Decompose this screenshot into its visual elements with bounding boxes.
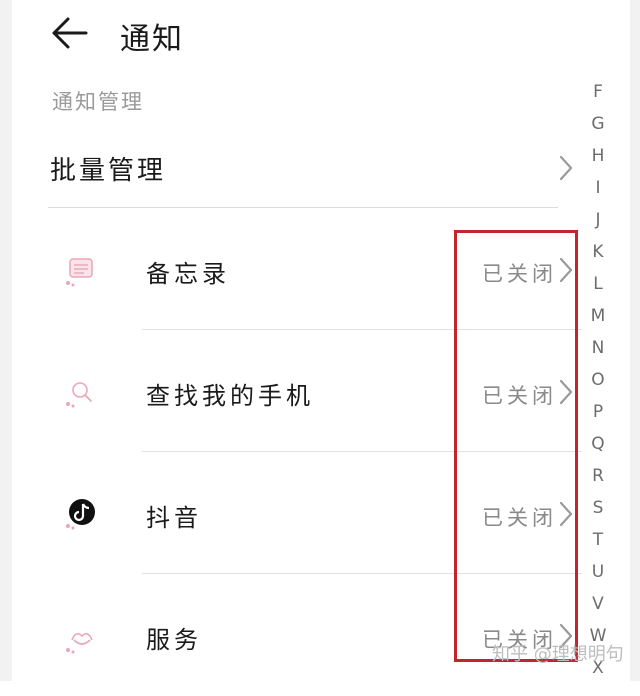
- alpha-letter[interactable]: O: [584, 364, 612, 396]
- alpha-letter[interactable]: L: [584, 268, 612, 300]
- page-title: 通知: [120, 22, 184, 57]
- alpha-letter[interactable]: I: [584, 172, 612, 204]
- tiktok-icon: [64, 496, 100, 532]
- arrow-left-icon: [52, 17, 88, 49]
- alpha-letter[interactable]: K: [584, 236, 612, 268]
- service-icon: [64, 622, 100, 658]
- highlight-box: [454, 230, 578, 662]
- page-edge-right: [630, 0, 640, 681]
- watermark: 知乎 @理想明句: [492, 644, 624, 665]
- alpha-letter[interactable]: R: [584, 460, 612, 492]
- alpha-letter[interactable]: N: [584, 332, 612, 364]
- app-name: 抖音: [146, 504, 202, 532]
- header: 通知: [12, 0, 630, 72]
- alpha-letter[interactable]: G: [584, 108, 612, 140]
- alpha-letter[interactable]: V: [584, 588, 612, 620]
- alpha-letter[interactable]: T: [584, 524, 612, 556]
- find-phone-icon: [64, 376, 100, 412]
- back-button[interactable]: [50, 16, 90, 50]
- app-name: 服务: [146, 626, 202, 654]
- alpha-letter[interactable]: Q: [584, 428, 612, 460]
- alpha-letter[interactable]: S: [584, 492, 612, 524]
- divider: [48, 207, 558, 208]
- notification-screen: 通知 通知管理 批量管理 备忘录 已关闭 查找我的手机 已关闭 抖音 已关闭 服…: [12, 0, 630, 681]
- batch-manage-label: 批量管理: [50, 156, 167, 186]
- alpha-letter[interactable]: M: [584, 300, 612, 332]
- alpha-letter[interactable]: H: [584, 140, 612, 172]
- alphabet-index[interactable]: F G H I J K L M N O P Q R S T U V W X: [584, 76, 612, 684]
- alpha-letter[interactable]: U: [584, 556, 612, 588]
- page-edge-left: [0, 0, 12, 681]
- memo-icon: [64, 255, 100, 291]
- app-name: 备忘录: [146, 260, 230, 288]
- app-name: 查找我的手机: [146, 382, 314, 410]
- batch-manage-row[interactable]: 批量管理: [12, 130, 574, 206]
- alpha-letter[interactable]: J: [584, 204, 612, 236]
- alpha-letter[interactable]: F: [584, 76, 612, 108]
- alpha-letter[interactable]: P: [584, 396, 612, 428]
- section-label: 通知管理: [52, 90, 144, 114]
- chevron-right-icon: [558, 154, 574, 182]
